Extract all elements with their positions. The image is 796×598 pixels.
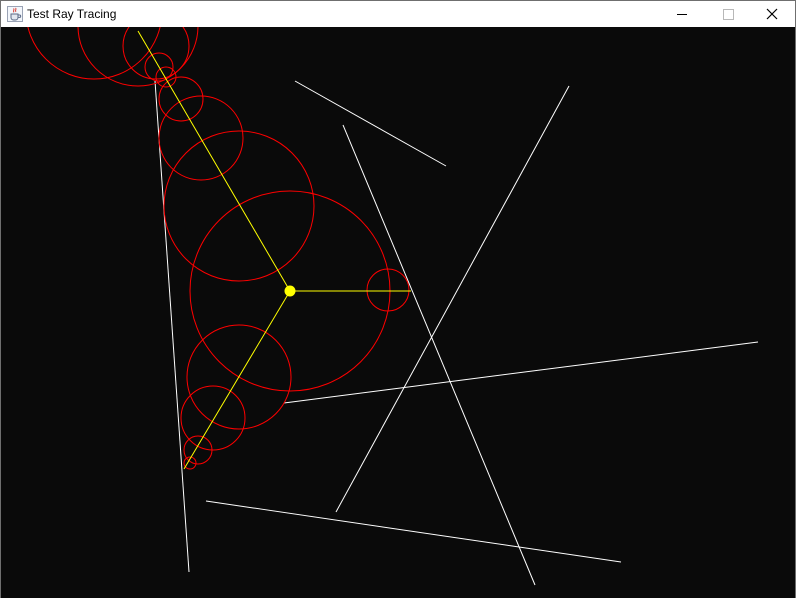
close-icon [766,8,778,20]
minimize-button[interactable] [659,1,705,27]
distance-circle [158,76,204,122]
minimize-icon [677,14,687,15]
distance-circle [27,27,161,80]
title-bar[interactable]: Test Ray Tracing [1,1,795,27]
ray-tracing-canvas[interactable] [1,27,795,598]
ray-line [183,290,291,470]
distance-circle [180,385,246,451]
java-coffee-cup-icon [7,6,23,22]
scene-svg[interactable] [1,27,795,598]
wall-segment [283,341,759,404]
distance-circle [366,268,410,312]
maximize-icon [723,9,734,20]
light-source-point [284,285,296,297]
window-title: Test Ray Tracing [27,7,117,21]
close-button[interactable] [749,1,795,27]
maximize-button[interactable] [705,1,751,27]
distance-circle [163,130,315,282]
wall-segment [342,124,536,586]
app-window: Test Ray Tracing [0,0,796,598]
wall-segment [294,80,447,167]
wall-segment [205,500,622,563]
wall-segment [335,85,570,513]
